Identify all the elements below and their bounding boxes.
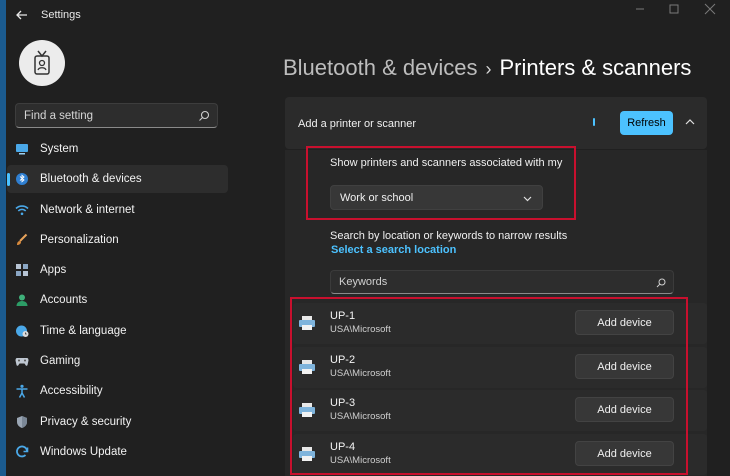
active-indicator	[7, 173, 10, 187]
sidebar-item-label: Windows Update	[40, 445, 127, 458]
accessibility-icon	[15, 384, 29, 399]
progress-spinner-icon	[593, 118, 595, 126]
sidebar-item-gaming[interactable]: Gaming	[7, 347, 228, 375]
sidebar-item-bluetooth-devices[interactable]: Bluetooth & devices	[7, 165, 228, 194]
app-title: Settings	[41, 9, 81, 21]
sidebar-item-privacy-security[interactable]: Privacy & security	[7, 408, 228, 436]
add-device-button[interactable]: Add device	[575, 354, 674, 379]
add-device-button[interactable]: Add device	[575, 310, 674, 335]
printer-row[interactable]: UP-1 USA\Microsoft Add device	[293, 303, 707, 344]
update-icon	[15, 445, 29, 459]
refresh-button[interactable]: Refresh	[620, 111, 673, 135]
add-device-button[interactable]: Add device	[575, 441, 674, 466]
back-arrow-icon[interactable]	[12, 6, 32, 24]
add-device-button[interactable]: Add device	[575, 397, 674, 422]
printer-icon	[298, 359, 316, 375]
person-icon	[15, 293, 29, 307]
sidebar-item-label: Bluetooth & devices	[40, 173, 142, 186]
printer-location: USA\Microsoft	[330, 411, 391, 422]
sidebar-item-label: System	[40, 143, 79, 155]
printer-name: UP-2	[330, 354, 356, 366]
association-dropdown-value: Work or school	[340, 191, 414, 204]
printer-row[interactable]: UP-2 USA\Microsoft Add device	[293, 347, 707, 388]
printer-location: USA\Microsoft	[330, 455, 391, 466]
printer-name: UP-1	[330, 310, 356, 322]
printer-icon	[298, 402, 316, 418]
sidebar-item-label: Apps	[40, 264, 67, 277]
printer-location: USA\Microsoft	[330, 324, 391, 335]
wifi-icon	[15, 203, 29, 217]
printer-icon	[298, 315, 316, 331]
chevron-down-icon	[522, 193, 533, 204]
select-search-location-link[interactable]: Select a search location	[331, 244, 456, 256]
minimize-icon[interactable]	[628, 2, 652, 16]
breadcrumb: Bluetooth & devices › Printers & scanners	[283, 55, 691, 81]
sidebar-nav: System Bluetooth & devices Network & int…	[7, 135, 228, 468]
find-setting-search[interactable]	[15, 103, 218, 128]
printer-icon	[298, 446, 316, 462]
sidebar-item-accounts[interactable]: Accounts	[7, 286, 228, 314]
sidebar-item-label: Personalization	[40, 233, 119, 246]
monitor-icon	[15, 142, 29, 156]
printer-name: UP-4	[330, 441, 356, 453]
close-icon[interactable]	[698, 2, 722, 16]
search-icon[interactable]	[197, 109, 211, 123]
printer-location: USA\Microsoft	[330, 368, 391, 379]
bluetooth-icon	[15, 172, 29, 186]
printer-row[interactable]: UP-4 USA\Microsoft Add device	[293, 434, 707, 475]
sidebar-item-label: Gaming	[40, 355, 81, 368]
sidebar-item-accessibility[interactable]: Accessibility	[7, 377, 228, 405]
association-label: Show printers and scanners associated wi…	[330, 157, 563, 169]
keywords-input[interactable]	[331, 271, 651, 293]
add-printer-title: Add a printer or scanner	[298, 118, 417, 130]
desktop-edge	[0, 0, 6, 476]
sidebar-item-time-language[interactable]: Time & language	[7, 317, 228, 345]
sidebar-item-apps[interactable]: Apps	[7, 256, 228, 284]
sidebar-item-personalization[interactable]: Personalization	[7, 226, 228, 254]
sidebar-item-label: Privacy & security	[40, 415, 132, 428]
sidebar-item-label: Accounts	[40, 294, 88, 307]
title-bar: Settings	[0, 0, 730, 30]
printer-row[interactable]: UP-3 USA\Microsoft Add device	[293, 390, 707, 431]
chevron-up-icon[interactable]	[681, 113, 699, 131]
sidebar-item-label: Time & language	[40, 324, 127, 337]
gamepad-icon	[15, 354, 29, 368]
shield-icon	[15, 415, 29, 429]
printer-name: UP-3	[330, 397, 356, 409]
sidebar-item-windows-update[interactable]: Windows Update	[7, 438, 228, 466]
avatar[interactable]	[19, 40, 65, 86]
maximize-icon[interactable]	[662, 2, 686, 16]
id-badge-icon	[34, 50, 50, 75]
apps-icon	[15, 263, 29, 277]
sidebar-item-system[interactable]: System	[7, 135, 228, 163]
brush-icon	[15, 233, 29, 247]
narrow-results-label: Search by location or keywords to narrow…	[330, 230, 568, 242]
breadcrumb-separator-icon: ›	[485, 59, 492, 79]
page-title: Printers & scanners	[499, 55, 692, 80]
association-dropdown[interactable]: Work or school	[330, 185, 543, 210]
breadcrumb-parent-link[interactable]: Bluetooth & devices	[283, 55, 477, 80]
sidebar-item-label: Accessibility	[40, 385, 103, 398]
globe-clock-icon	[15, 324, 29, 338]
find-setting-input[interactable]	[16, 104, 196, 127]
settings-window: Settings System	[0, 0, 730, 476]
search-icon[interactable]	[655, 276, 667, 288]
sidebar-item-network[interactable]: Network & internet	[7, 196, 228, 224]
sidebar-item-label: Network & internet	[40, 203, 135, 216]
keywords-search[interactable]	[330, 270, 674, 294]
add-printer-card-header[interactable]: Add a printer or scanner Refresh	[285, 97, 707, 149]
